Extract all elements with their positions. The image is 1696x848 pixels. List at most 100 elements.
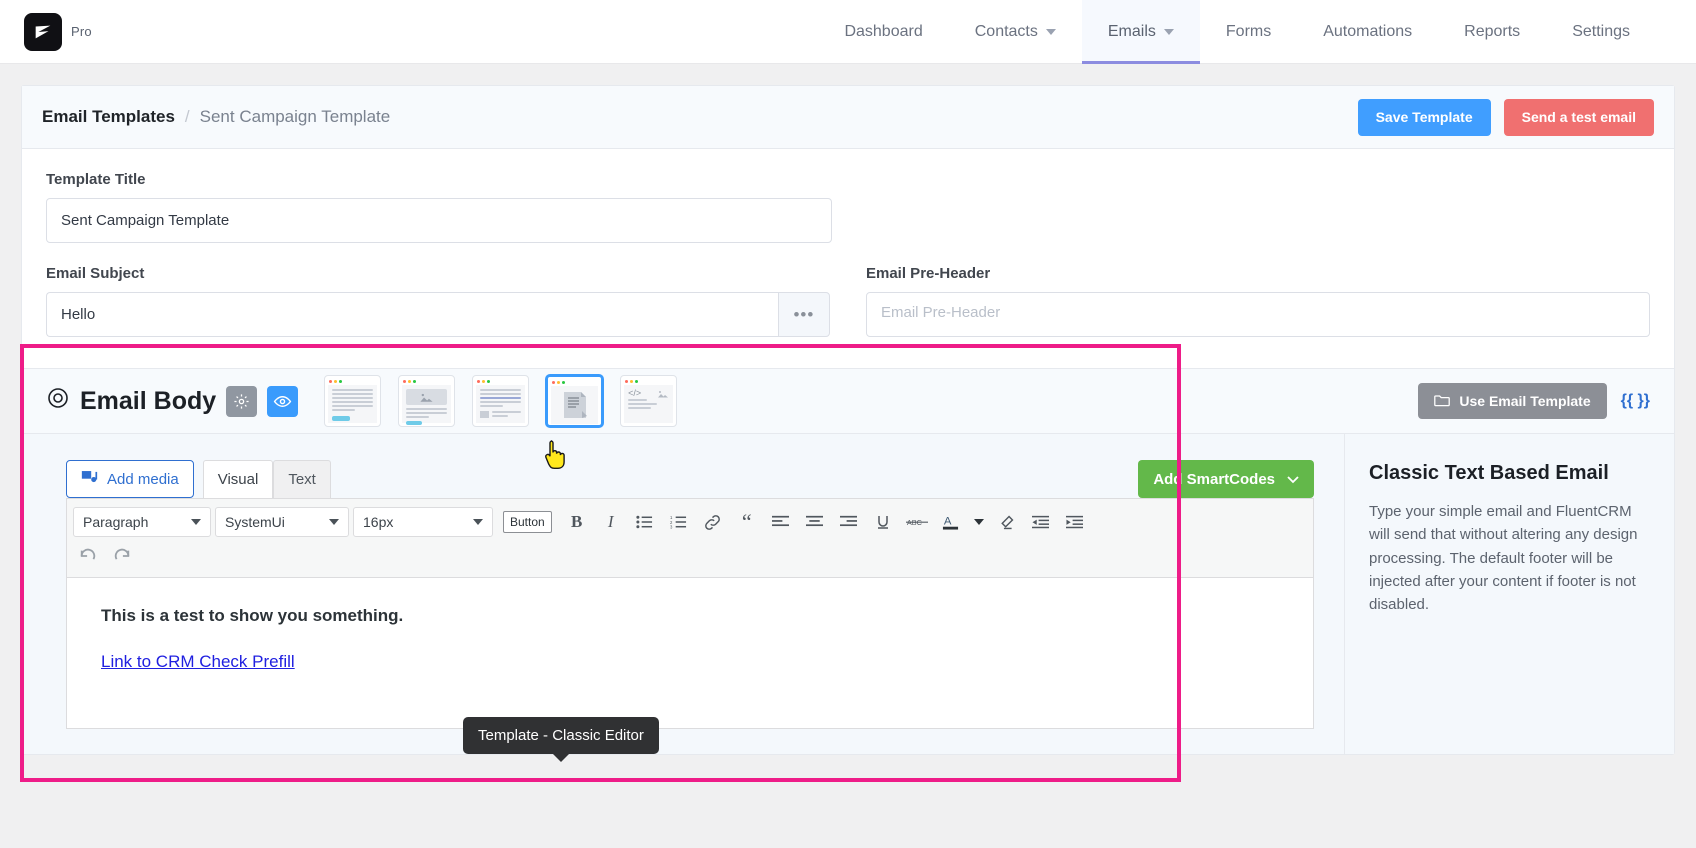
chevron-down-icon [473,519,483,525]
template-thumbnails: </> [324,375,677,427]
nav-item-forms[interactable]: Forms [1200,0,1297,64]
font-family-select[interactable]: SystemUi [215,507,349,537]
font-size-value: 16px [363,514,393,530]
svg-text:A: A [944,515,952,527]
editor-right-pane: Classic Text Based Email Type your simpl… [1344,434,1674,754]
use-template-zone: Use Email Template {{ }} [1418,368,1650,434]
tab-visual[interactable]: Visual [203,460,274,498]
nav-label: Settings [1572,23,1630,41]
editor-content-link[interactable]: Link to CRM Check Prefill [101,652,295,671]
editor-content-area[interactable]: This is a test to show you something. Li… [67,578,1313,728]
numbered-list-icon[interactable]: 123 [664,507,694,537]
redo-icon[interactable] [107,541,137,571]
breadcrumb-separator: / [185,107,190,127]
email-body-toolbar: Email Body [22,368,1674,434]
format-select-value: Paragraph [83,514,148,530]
bold-icon[interactable]: B [562,507,592,537]
breadcrumb-root[interactable]: Email Templates [42,107,175,127]
strikethrough-icon[interactable]: ABC [902,507,932,537]
chevron-down-icon [191,519,201,525]
add-smartcodes-button[interactable]: Add SmartCodes [1138,460,1314,498]
use-email-template-button[interactable]: Use Email Template [1418,383,1606,419]
email-body-heading: Email Body [46,386,216,417]
align-center-icon[interactable] [800,507,830,537]
breadcrumb-leaf: Sent Campaign Template [200,107,391,127]
top-navigation: Pro Dashboard Contacts Emails Forms Auto… [0,0,1696,64]
sidebar-description: Type your simple email and FluentCRM wil… [1369,500,1644,616]
template-tooltip: Template - Classic Editor [463,717,659,754]
template-thumb-paragraph[interactable] [472,375,529,427]
editor-top-row: Add media Visual Text Add SmartCodes [66,460,1314,498]
nav-item-reports[interactable]: Reports [1438,0,1546,64]
send-test-email-button[interactable]: Send a test email [1504,99,1654,136]
align-right-icon[interactable] [834,507,864,537]
use-email-template-label: Use Email Template [1459,393,1590,409]
blockquote-icon[interactable]: “ [732,507,762,537]
template-editor-card: Email Templates / Sent Campaign Template… [21,85,1675,755]
smartcode-braces-icon[interactable]: {{ }} [1621,392,1650,410]
nav-item-dashboard[interactable]: Dashboard [818,0,948,64]
email-preheader-input[interactable] [866,292,1650,337]
preheader-col: Email Pre-Header [866,265,1650,342]
template-thumb-simple-text[interactable] [324,375,381,427]
format-select[interactable]: Paragraph [73,507,211,537]
fluentcrm-logo-icon [24,13,62,51]
undo-icon[interactable] [73,541,103,571]
template-title-input[interactable] [46,198,832,243]
font-size-select[interactable]: 16px [353,507,493,537]
nav-label: Dashboard [844,23,922,41]
nav-item-automations[interactable]: Automations [1297,0,1438,64]
nav-item-settings[interactable]: Settings [1546,0,1656,64]
nav-item-emails[interactable]: Emails [1082,0,1200,64]
card-header: Email Templates / Sent Campaign Template… [22,86,1674,149]
font-family-value: SystemUi [225,514,285,530]
bullet-list-icon[interactable] [630,507,660,537]
sidebar-title: Classic Text Based Email [1369,462,1644,485]
template-thumb-image[interactable] [398,375,455,427]
clear-formatting-icon[interactable] [992,507,1022,537]
brand[interactable]: Pro [0,13,92,51]
nav-label: Contacts [975,23,1038,41]
nav-item-contacts[interactable]: Contacts [949,0,1082,64]
underline-icon[interactable] [868,507,898,537]
breadcrumb: Email Templates / Sent Campaign Template [42,107,390,127]
email-subject-group: ••• [46,292,830,337]
save-template-button[interactable]: Save Template [1358,99,1491,136]
editor-paragraph: This is a test to show you something. [101,606,1279,626]
chevron-down-icon [1046,29,1056,35]
tab-text[interactable]: Text [273,460,331,498]
align-left-icon[interactable] [766,507,796,537]
add-media-button[interactable]: Add media [66,460,194,498]
tinymce-editor: Paragraph SystemUi 16px [66,498,1314,729]
template-thumb-classic-editor[interactable] [546,375,603,427]
template-title-label: Template Title [46,171,832,188]
target-icon [46,386,70,417]
insert-button-button[interactable]: Button [503,511,552,533]
outdent-icon[interactable] [1026,507,1056,537]
nav-items: Dashboard Contacts Emails Forms Automati… [818,0,1696,64]
nav-label: Emails [1108,23,1156,41]
eye-icon[interactable] [267,386,298,417]
editor-toolbar-row-2 [73,539,1307,573]
subject-col: Email Subject ••• [46,265,830,342]
ellipsis-icon[interactable]: ••• [778,292,830,337]
color-dropdown-icon[interactable] [970,507,988,537]
add-smartcodes-label: Add SmartCodes [1153,471,1275,488]
email-body-title-text: Email Body [80,387,216,416]
template-thumb-raw-html[interactable]: </> [620,375,677,427]
email-subject-input[interactable] [46,292,778,337]
gear-icon[interactable] [226,386,257,417]
editor-toolbar: Paragraph SystemUi 16px [67,499,1313,578]
editor-toolbar-row-1: Paragraph SystemUi 16px [73,505,1307,539]
editor-zone: Add media Visual Text Add SmartCodes [22,434,1674,754]
editor-mode-tabs: Visual Text [203,460,331,498]
italic-icon[interactable]: I [596,507,626,537]
chevron-down-icon [329,519,339,525]
link-icon[interactable] [698,507,728,537]
editor-left-pane: Add media Visual Text Add SmartCodes [22,434,1344,754]
email-body-section: Template - Classic Editor Email Body [22,368,1674,754]
text-color-icon[interactable]: A [936,507,966,537]
folder-icon [1434,393,1450,410]
chevron-down-icon [1287,471,1299,488]
indent-icon[interactable] [1060,507,1090,537]
